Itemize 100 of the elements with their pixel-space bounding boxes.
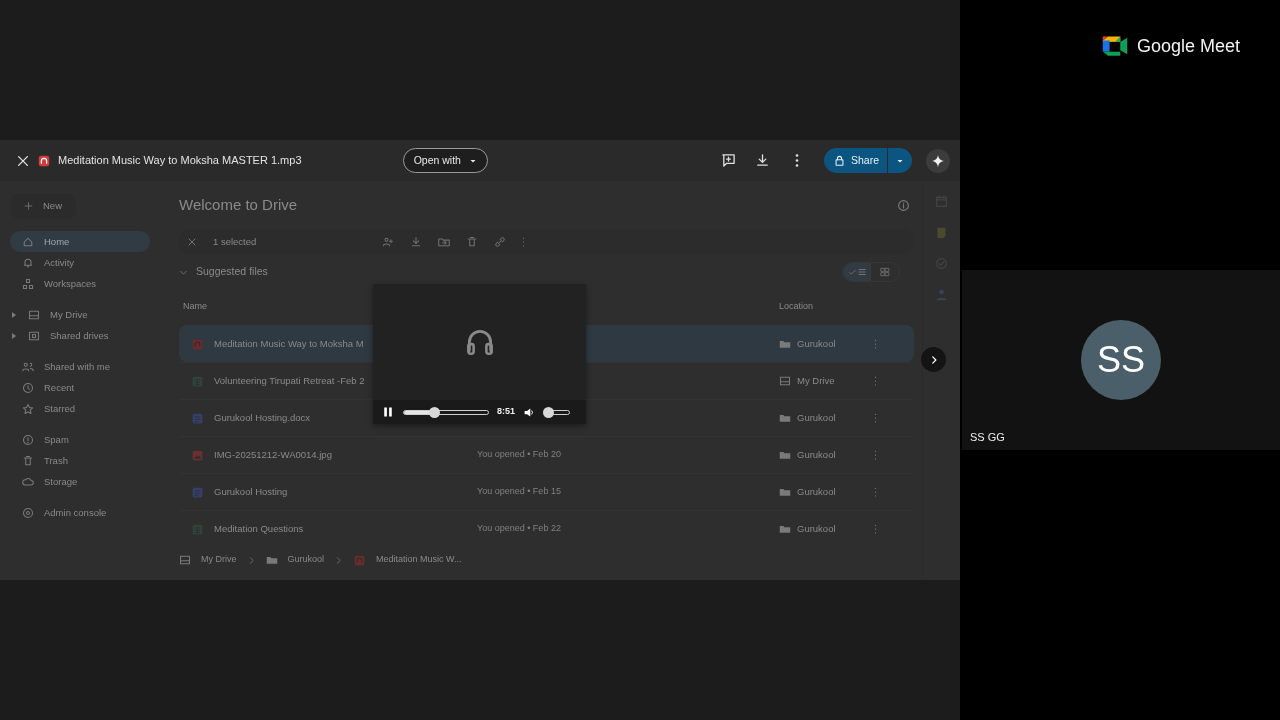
drive-icon (179, 554, 191, 566)
file-activity: You opened • Feb 20 (477, 449, 561, 460)
pause-button[interactable] (381, 405, 395, 419)
download-icon[interactable] (410, 236, 423, 248)
clock-icon (22, 381, 34, 394)
file-activity: You opened • Feb 22 (477, 523, 561, 534)
sidebar-item[interactable]: My Drive (10, 304, 150, 326)
more-icon[interactable] (874, 486, 877, 498)
file-location: Gurukool (797, 410, 836, 425)
more-icon[interactable] (874, 412, 877, 424)
move-folder-icon[interactable] (438, 236, 451, 248)
column-header: Name (182, 300, 208, 314)
trash-icon (22, 454, 34, 467)
caret-right-icon[interactable] (10, 310, 18, 319)
home-icon (22, 235, 34, 248)
chevron-right-icon (334, 555, 344, 565)
warning-icon (22, 433, 34, 446)
file-name: Gurukool Hosting (214, 484, 288, 499)
sidebar-item[interactable]: Spam (10, 429, 150, 451)
new-button[interactable]: New (10, 193, 76, 220)
headphones-file-icon (353, 553, 367, 567)
file-name: IMG-20251212-WA0014.jpg (214, 447, 332, 462)
column-header: Location (779, 300, 814, 314)
pause-icon (382, 406, 394, 418)
file-row[interactable]: Meditation Questions You opened • Feb 22 Gurukool (179, 510, 914, 547)
slider-thumb[interactable] (542, 406, 554, 418)
close-icon[interactable] (16, 153, 30, 168)
section-title: Suggested files (196, 264, 268, 280)
sidebar-item[interactable]: Activity (10, 252, 150, 274)
share-button[interactable]: Share (823, 148, 912, 173)
sidebar-item[interactable]: Workspaces (10, 273, 150, 295)
folder-icon (779, 412, 791, 424)
link-icon[interactable] (494, 236, 507, 248)
shared-drive-icon (28, 329, 40, 342)
avatar: SS (1081, 320, 1161, 400)
folder-icon (779, 338, 791, 350)
image-file-icon (191, 448, 204, 462)
more-icon[interactable] (874, 449, 877, 461)
slider-thumb[interactable] (429, 406, 441, 418)
sparkle-button[interactable] (926, 148, 950, 173)
breadcrumb-link[interactable]: My Drive (201, 553, 237, 567)
file-location: Gurukool (797, 484, 836, 499)
list-view-button[interactable] (843, 263, 871, 281)
document-icon (191, 485, 204, 499)
download-icon (755, 153, 771, 168)
sidebar-item[interactable]: Admin console (10, 502, 150, 524)
folder-icon (779, 449, 791, 461)
sidebar-item[interactable]: Storage (10, 471, 150, 493)
sidebar-item[interactable]: Shared drives (10, 325, 150, 347)
people-icon (22, 360, 34, 373)
grid-icon (880, 267, 890, 277)
file-title: Meditation Music Way to Moksha MASTER 1.mp3 (58, 153, 302, 169)
star-icon (22, 402, 34, 415)
sidebar-item[interactable]: Shared with me (10, 356, 150, 378)
info-icon[interactable] (897, 198, 910, 212)
check-icon (847, 267, 857, 277)
add-comment-icon (721, 153, 737, 168)
more-icon (794, 153, 799, 168)
file-location: My Drive (797, 373, 835, 388)
lock-icon (833, 155, 845, 166)
more-icon[interactable] (874, 375, 877, 387)
document-icon (191, 411, 204, 425)
volume-slider[interactable] (544, 409, 570, 415)
add-person-icon[interactable] (382, 236, 395, 248)
playback-time: 8:51 (497, 405, 515, 419)
file-name: Meditation Music Way to Moksha M (214, 336, 364, 351)
plus-icon (24, 200, 33, 213)
app-name: Google Meet (1136, 35, 1240, 57)
note-icon[interactable] (935, 226, 948, 239)
participant-name: SS GG (970, 429, 1005, 445)
trash-icon[interactable] (466, 236, 479, 248)
open-with-button[interactable]: Open with (402, 147, 488, 174)
headphones-file-icon (38, 154, 50, 167)
more-icon[interactable] (874, 523, 877, 535)
file-activity: You opened • Feb 15 (477, 486, 561, 497)
sidebar-item[interactable]: Home (10, 231, 150, 253)
folder-icon (265, 554, 278, 566)
video-camera-icon (1100, 35, 1129, 57)
more-icon[interactable] (874, 338, 877, 350)
file-location: Gurukool (797, 447, 836, 462)
file-name: Meditation Questions (214, 521, 304, 536)
page-heading: Welcome to Drive (179, 194, 298, 215)
sidebar-item[interactable]: Trash (10, 450, 150, 472)
sidebar-item[interactable]: Recent (10, 377, 150, 399)
next-button[interactable] (921, 347, 946, 372)
drive-icon (779, 375, 791, 387)
seek-slider[interactable] (403, 409, 489, 415)
caret-right-icon[interactable] (10, 331, 18, 340)
file-row[interactable]: IMG-20251212-WA0014.jpg You opened • Feb 20 Gurukool (179, 436, 914, 473)
headphones-file-icon (191, 337, 204, 351)
folder-icon (779, 486, 791, 498)
breadcrumb-link[interactable]: Meditation Music W... (376, 553, 462, 567)
sidebar-item[interactable]: Starred (10, 398, 150, 420)
file-location: Gurukool (797, 336, 836, 351)
list-icon (856, 267, 867, 277)
file-name: Volunteering Tirupati Retreat -Feb 2 (214, 373, 365, 388)
nodes-icon (22, 277, 34, 290)
more-icon[interactable] (522, 236, 526, 248)
breadcrumb-link[interactable]: Gurukool (287, 553, 325, 567)
file-row[interactable]: Gurukool Hosting You opened • Feb 15 Gurukool (179, 473, 914, 510)
